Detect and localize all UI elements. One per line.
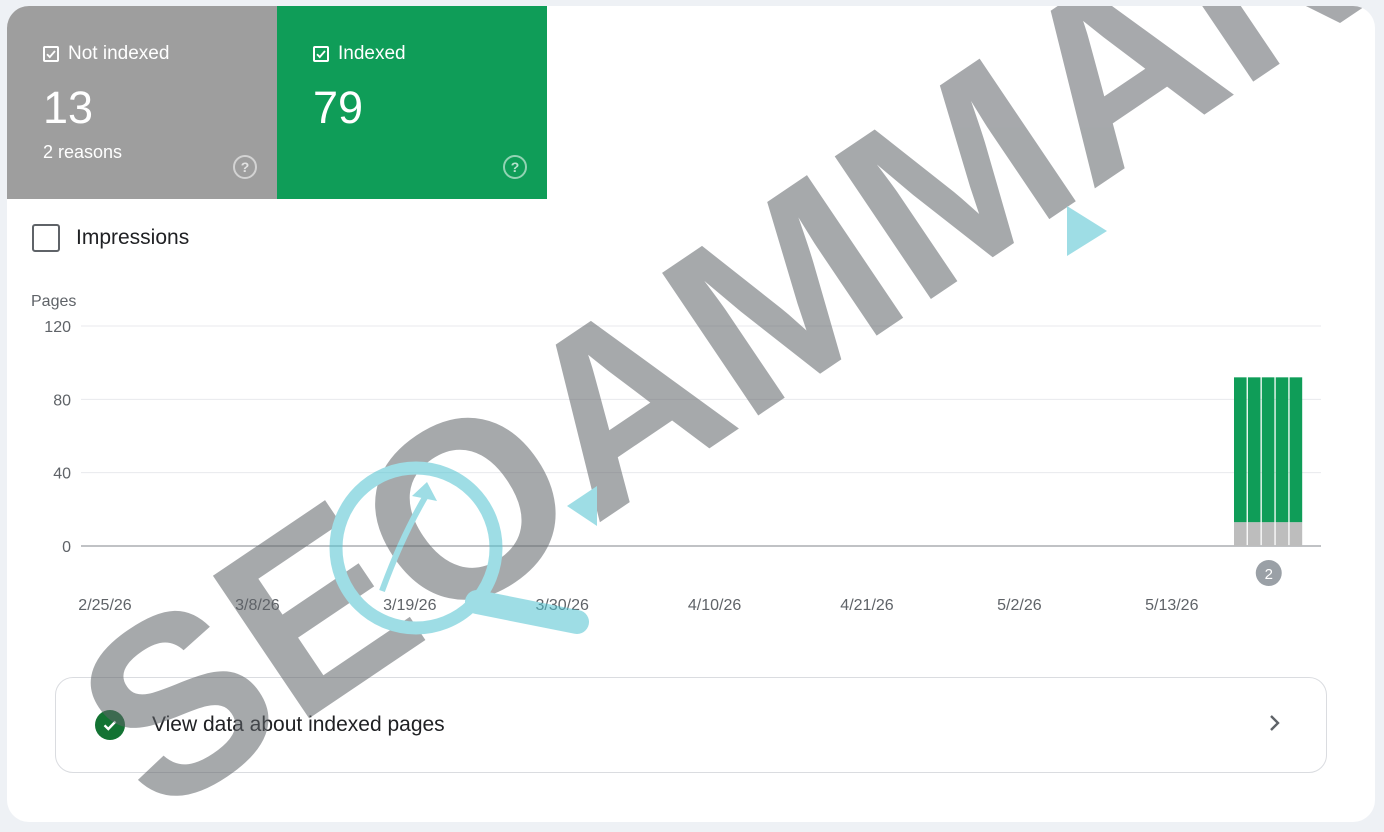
bar-segment	[1289, 377, 1303, 523]
checkbox-checked-icon[interactable]	[43, 46, 59, 62]
check-circle-icon	[95, 710, 125, 740]
x-tick-label: 2/25/26	[78, 597, 131, 614]
not-indexed-header: Not indexed	[43, 42, 277, 66]
view-indexed-pages-label: View data about indexed pages	[152, 713, 445, 736]
bar-segment	[1289, 522, 1303, 546]
indexed-tile[interactable]: Indexed 79 ?	[277, 6, 547, 199]
x-tick-label: 5/2/26	[997, 597, 1042, 614]
x-tick-label: 3/30/26	[536, 597, 589, 614]
y-tick-label: 80	[53, 392, 71, 409]
view-indexed-pages-link[interactable]: View data about indexed pages	[55, 677, 1327, 773]
not-indexed-tile[interactable]: Not indexed 13 2 reasons ?	[7, 6, 277, 199]
checkbox-unchecked-icon[interactable]	[32, 224, 60, 252]
y-tick-label: 40	[53, 466, 71, 483]
x-tick-label: 5/13/26	[1145, 597, 1198, 614]
y-tick-label: 120	[44, 319, 71, 336]
indexed-label: Indexed	[338, 43, 406, 64]
y-tick-label: 0	[62, 539, 71, 556]
bar-segment	[1261, 377, 1275, 523]
bar-segment	[1275, 377, 1289, 523]
pages-chart: Pages 0 40 80 120 2/25/26 3/8/26 3/19/26 3/30/2…	[31, 293, 1321, 614]
indexed-count: 79	[313, 82, 364, 133]
chevron-right-icon	[1268, 713, 1282, 738]
x-tick-label: 4/21/26	[840, 597, 893, 614]
bar-segment	[1234, 377, 1247, 523]
x-tick-label: 3/19/26	[383, 597, 436, 614]
bar-segment	[1275, 522, 1289, 546]
checkbox-checked-icon[interactable]	[313, 46, 329, 62]
not-indexed-label: Not indexed	[68, 43, 170, 64]
help-icon[interactable]: ?	[233, 155, 257, 179]
annotation-label: 2	[1265, 566, 1273, 583]
not-indexed-count: 13	[43, 82, 94, 133]
y-axis-label: Pages	[31, 293, 76, 310]
indexed-header: Indexed	[313, 42, 547, 66]
bar-segment	[1261, 522, 1275, 546]
impressions-toggle[interactable]: Impressions	[32, 224, 189, 252]
x-tick-label: 3/8/26	[235, 597, 280, 614]
x-tick-label: 4/10/26	[688, 597, 741, 614]
bar-segment	[1247, 522, 1261, 546]
bar-segment	[1234, 522, 1247, 546]
impressions-label: Impressions	[76, 226, 190, 249]
page-indexing-card: Not indexed 13 2 reasons ? Indexed 79 ? …	[7, 6, 1375, 822]
bar-segment	[1247, 377, 1261, 523]
help-icon[interactable]: ?	[503, 155, 527, 179]
